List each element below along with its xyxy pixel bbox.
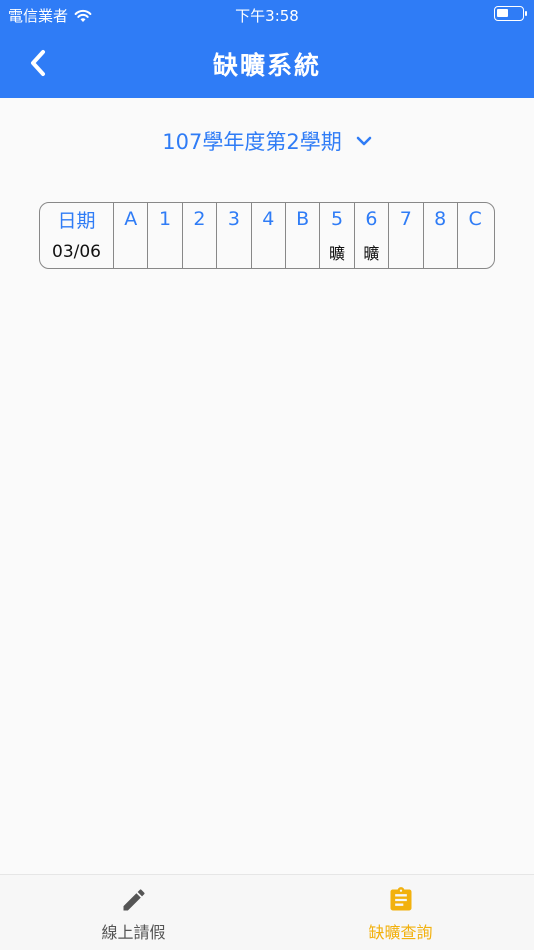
tab-leave-request[interactable]: 線上請假 xyxy=(0,875,267,950)
period-header: 5 xyxy=(320,203,355,236)
battery-level xyxy=(497,9,508,17)
tab-label: 缺曠查詢 xyxy=(368,923,433,942)
period-header: A xyxy=(114,203,149,236)
semester-label: 107學年度第2學期 xyxy=(162,130,342,154)
period-header: 7 xyxy=(389,203,424,236)
date-cell: 03/06 xyxy=(40,235,114,268)
period-cell xyxy=(114,235,149,268)
period-cell: 曠 xyxy=(355,235,390,268)
bottom-tab-bar: 線上請假 缺曠查詢 xyxy=(0,874,534,950)
table-header-row: 日期 A1234B5678C xyxy=(40,203,494,236)
period-cell xyxy=(389,235,424,268)
period-header: 8 xyxy=(424,203,458,236)
period-cell xyxy=(424,235,458,268)
period-cell xyxy=(217,235,252,268)
clipboard-icon xyxy=(390,887,411,911)
period-header: C xyxy=(468,208,482,231)
tab-absence-query[interactable]: 缺曠查詢 xyxy=(267,875,534,950)
table-row: 03/06 曠曠 xyxy=(40,235,494,269)
period-header: 1 xyxy=(148,203,183,236)
app-header: 電信業者 下午3:58 缺曠系統 xyxy=(0,0,534,98)
battery-icon xyxy=(494,6,527,21)
period-header: 6 xyxy=(355,203,390,236)
date-column-header: 日期 xyxy=(40,203,114,236)
status-time: 下午3:58 xyxy=(235,7,299,25)
chevron-down-icon xyxy=(356,136,372,146)
nav-bar: 缺曠系統 xyxy=(0,28,534,98)
period-header: 2 xyxy=(183,203,218,236)
tab-label: 線上請假 xyxy=(101,923,166,942)
period-cell xyxy=(183,235,218,268)
period-header: 3 xyxy=(217,203,252,236)
period-cell xyxy=(252,235,286,268)
period-cell xyxy=(148,235,183,268)
status-bar: 電信業者 下午3:58 xyxy=(0,0,534,28)
page-title: 缺曠系統 xyxy=(212,51,321,80)
period-header: B xyxy=(286,203,321,236)
period-cell xyxy=(286,235,321,268)
pencil-icon xyxy=(123,889,145,911)
period-cell: 曠 xyxy=(320,235,355,268)
period-header: 4 xyxy=(252,203,286,236)
semester-dropdown[interactable]: 107學年度第2學期 xyxy=(0,122,534,160)
period-cell xyxy=(458,236,492,269)
absence-table: 日期 A1234B5678C 03/06 曠曠 xyxy=(39,202,495,269)
